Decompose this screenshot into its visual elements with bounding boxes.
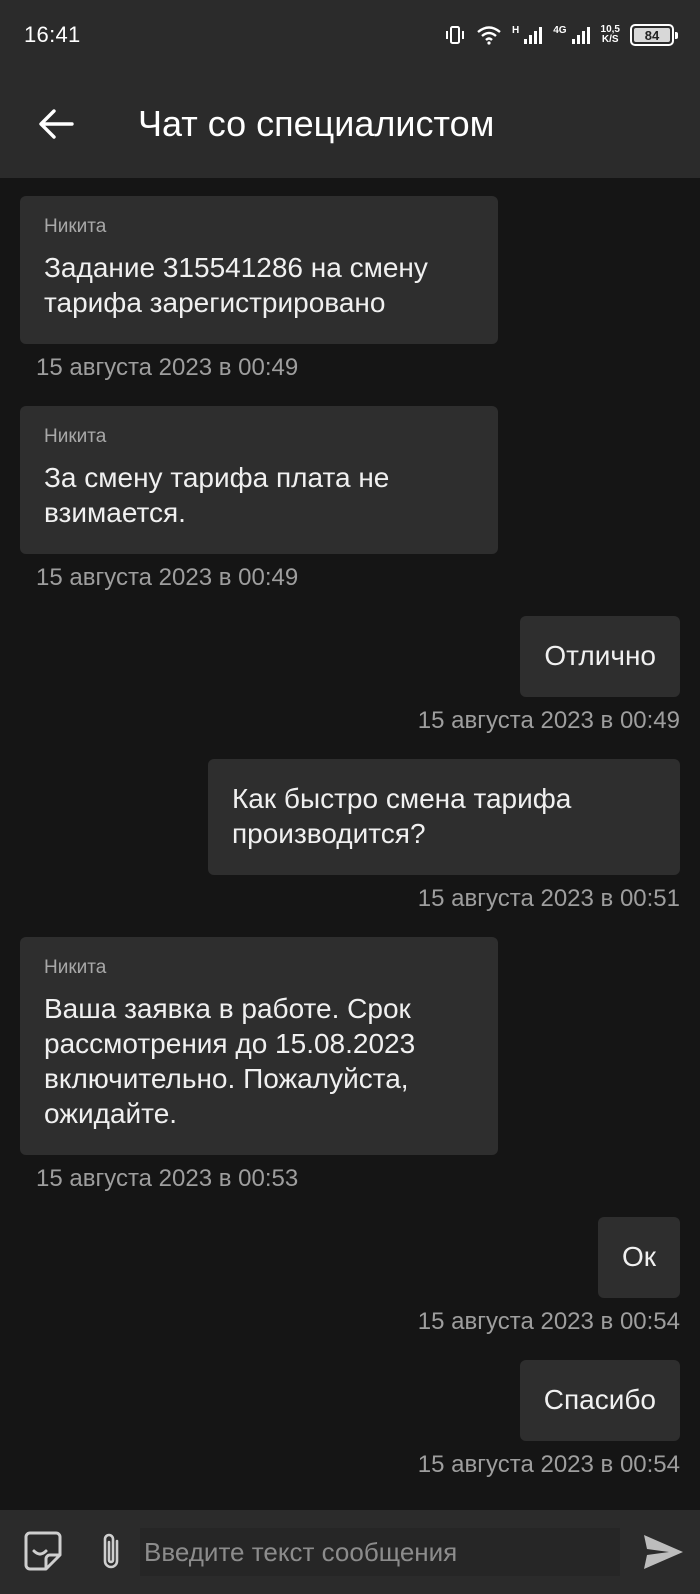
message-text: За смену тарифа плата не взимается. — [44, 462, 390, 528]
message-time: 15 августа 2023 в 00:49 — [36, 564, 299, 591]
message-sender: Никита — [44, 957, 107, 978]
message-text: Ок — [621, 1241, 656, 1272]
battery-icon: 84 — [630, 24, 678, 46]
back-button[interactable] — [36, 104, 76, 144]
status-time: 16:41 — [24, 22, 81, 47]
message-time: 15 августа 2023 в 00:54 — [417, 1308, 680, 1335]
wifi-icon — [476, 25, 502, 45]
message-input[interactable] — [140, 1528, 620, 1576]
paperclip-icon — [103, 1533, 119, 1569]
sticker-button[interactable] — [20, 1529, 66, 1575]
message-time: 15 августа 2023 в 00:51 — [417, 885, 680, 912]
message-text: Как быстро смена тарифа производится? — [232, 783, 572, 849]
attach-button[interactable] — [96, 1529, 126, 1575]
page-title: Чат со специалистом — [138, 103, 495, 144]
send-button[interactable] — [640, 1529, 686, 1575]
net-speed: 10,5 K/S — [601, 25, 620, 45]
signal1-label: H — [511, 24, 520, 36]
battery-level: 84 — [634, 28, 670, 43]
message-bubble[interactable]: Ок — [597, 1217, 680, 1298]
message-text: Задание 315541286 на смену тарифа зареги… — [44, 252, 428, 318]
message-time: 15 августа 2023 в 00:49 — [36, 354, 299, 381]
status-bar: 16:41 H 4G 10,5 K/S 84 — [0, 0, 700, 70]
message-outgoing: Как быстро смена тарифа производится? 15… — [0, 759, 700, 913]
net-speed-unit: K/S — [601, 34, 619, 45]
message-bubble[interactable]: Отлично — [520, 616, 680, 697]
message-incoming: Никита За смену тарифа плата не взимаетс… — [0, 406, 700, 592]
sticker-icon — [24, 1531, 62, 1571]
chat-message-list[interactable]: Никита Задание 315541286 на смену тарифа… — [0, 178, 700, 1508]
status-icons: H 4G 10,5 K/S 84 — [444, 24, 678, 46]
message-bubble[interactable]: Спасибо — [519, 1360, 680, 1441]
message-text: Отлично — [544, 640, 656, 671]
app-bar: Чат со специалистом — [0, 70, 700, 178]
signal2-label: 4G — [553, 24, 567, 36]
message-sender: Никита — [44, 426, 107, 447]
signal2-icon — [571, 25, 591, 45]
message-time: 15 августа 2023 в 00:54 — [417, 1451, 680, 1478]
message-sender: Никита — [44, 216, 107, 237]
message-outgoing: Отлично 15 августа 2023 в 00:49 — [0, 616, 700, 735]
message-outgoing: Ок 15 августа 2023 в 00:54 — [0, 1217, 700, 1336]
message-outgoing: Спасибо 15 августа 2023 в 00:54 — [0, 1360, 700, 1479]
signal1-icon — [523, 25, 543, 45]
message-incoming: Никита Задание 315541286 на смену тарифа… — [0, 196, 700, 382]
message-composer — [0, 1510, 700, 1594]
message-bubble[interactable]: Никита За смену тарифа плата не взимаетс… — [20, 406, 498, 554]
message-bubble[interactable]: Никита Ваша заявка в работе. Срок рассмо… — [20, 937, 498, 1155]
message-text: Спасибо — [543, 1384, 656, 1415]
send-icon — [644, 1535, 683, 1569]
vibrate-icon — [444, 24, 466, 46]
message-text: Ваша заявка в работе. Срок рассмотрения … — [44, 993, 416, 1129]
message-bubble[interactable]: Как быстро смена тарифа производится? — [208, 759, 680, 875]
message-bubble[interactable]: Никита Задание 315541286 на смену тарифа… — [20, 196, 498, 344]
message-incoming: Никита Ваша заявка в работе. Срок рассмо… — [0, 937, 700, 1193]
message-time: 15 августа 2023 в 00:49 — [417, 707, 680, 734]
arrow-left-icon — [39, 109, 74, 139]
message-time: 15 августа 2023 в 00:53 — [36, 1165, 299, 1192]
